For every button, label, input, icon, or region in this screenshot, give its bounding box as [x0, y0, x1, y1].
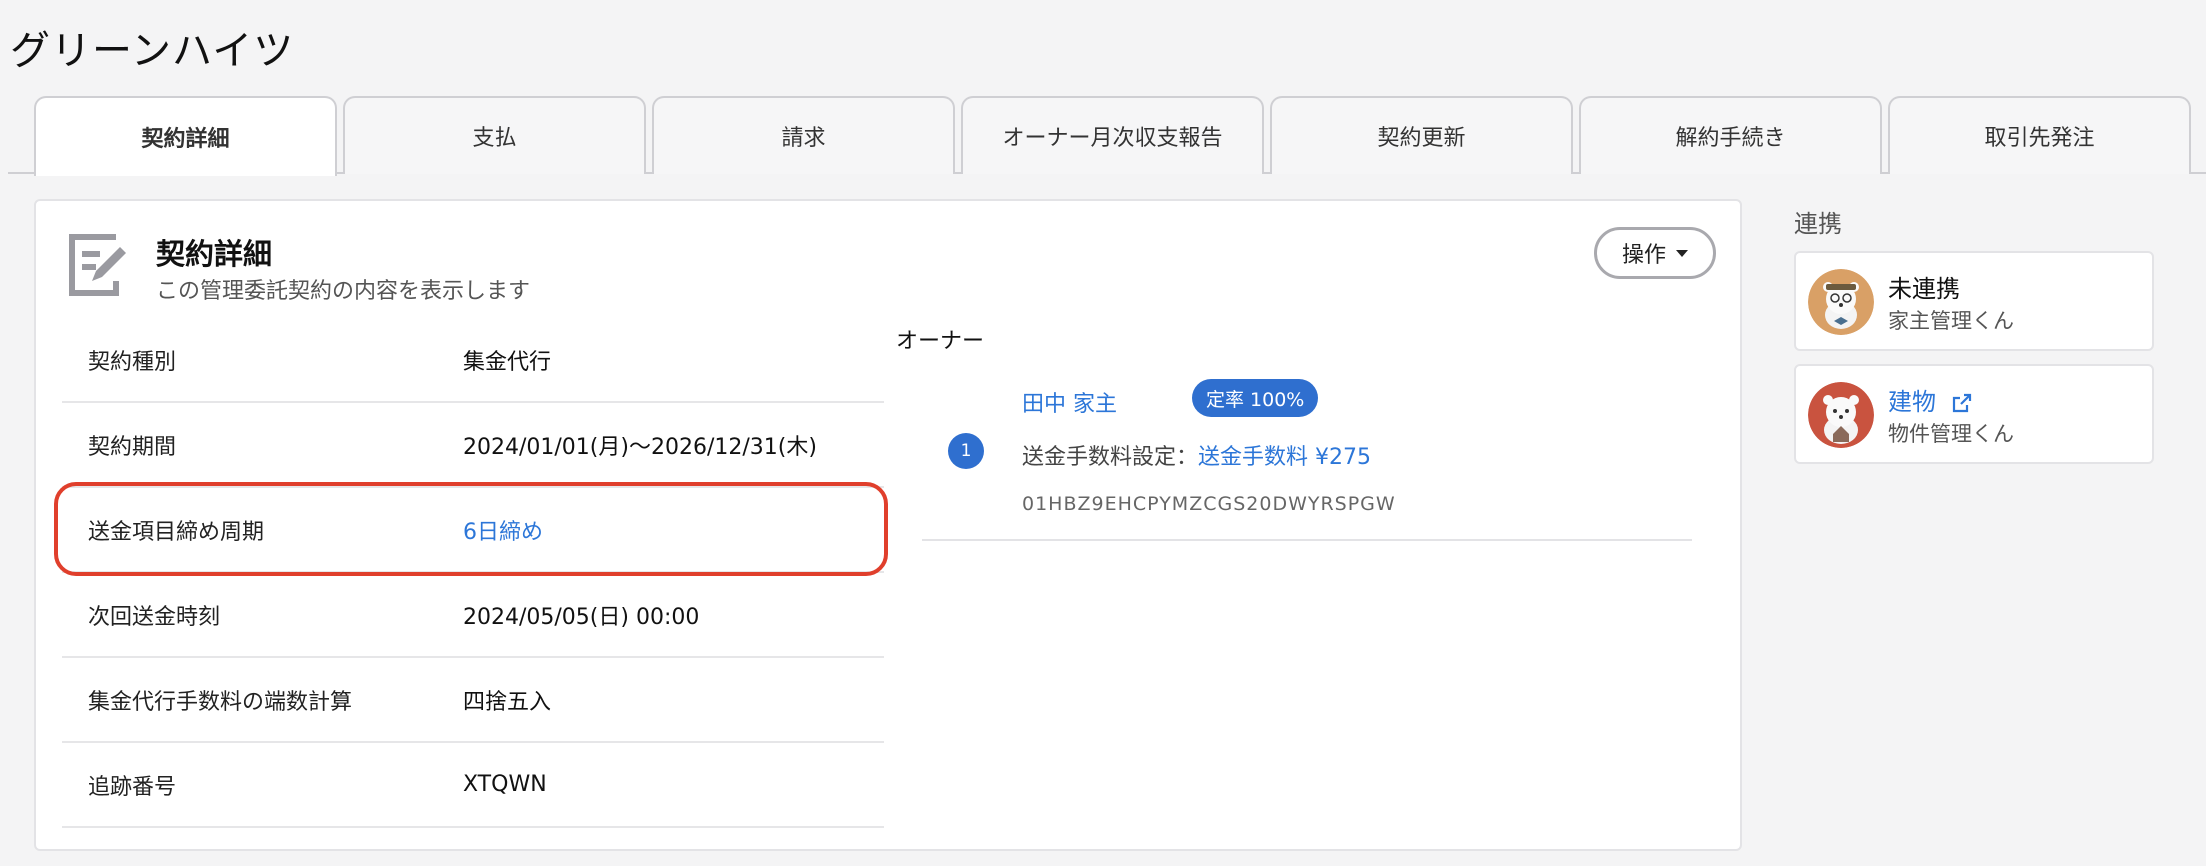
building-link-label: 建物: [1888, 388, 1936, 416]
tab-owner-monthly-report[interactable]: オーナー月次収支報告: [961, 96, 1264, 174]
fee-link[interactable]: 送金手数料 ¥275: [1198, 445, 1371, 470]
tab-billing[interactable]: 請求: [652, 96, 955, 174]
detail-row: 集金代行手数料の端数計算 四捨五入: [62, 658, 884, 743]
owner-id: 01HBZ9EHCPYMZCGS20DWYRSPGW: [1022, 493, 1396, 515]
card-description: この管理委託契約の内容を表示します: [156, 279, 531, 304]
detail-value: 集金代行: [463, 349, 552, 375]
operations-label: 操作: [1621, 243, 1666, 268]
fee-label: 送金手数料設定：: [1022, 445, 1199, 470]
detail-label: 契約期間: [88, 434, 177, 460]
tab-contract-details[interactable]: 契約詳細: [34, 96, 337, 176]
owner-index-badge: 1: [948, 433, 984, 469]
owner-entry: 1 田中 家主 定率 100% 送金手数料設定：送金手数料 ¥275 01HBZ…: [922, 371, 1692, 541]
closing-cycle-link[interactable]: 6日締め: [463, 514, 543, 546]
detail-row: 追跡番号 XTQWN: [62, 743, 884, 828]
integration-app-name: 物件管理くん: [1888, 422, 2014, 446]
tab-contract-renewal[interactable]: 契約更新: [1270, 96, 1573, 174]
caret-down-icon: [1676, 249, 1688, 257]
detail-label: 集金代行手数料の端数計算: [88, 689, 353, 715]
edit-document-icon: [69, 234, 126, 296]
details-list: 契約種別 集金代行 契約期間 2024/01/01(月)～2026/12/31(…: [62, 318, 884, 828]
integration-card-property: 建物 物件管理くん: [1794, 364, 2154, 464]
tab-payments[interactable]: 支払: [343, 96, 646, 174]
operations-dropdown-button[interactable]: 操作: [1594, 227, 1716, 279]
detail-value: 四捨五入: [463, 689, 552, 715]
bear-avatar-icon: [1808, 269, 1874, 335]
fee-setting: 送金手数料設定：送金手数料 ¥275: [1022, 439, 1371, 471]
integration-status: 未連携: [1888, 275, 1960, 303]
integration-card-landlord: 未連携 家主管理くん: [1794, 251, 2154, 351]
tab-cancellation[interactable]: 解約手続き: [1579, 96, 1882, 174]
building-link[interactable]: 建物: [1888, 382, 1972, 417]
external-link-icon: [1952, 393, 1971, 413]
card-title: 契約詳細: [156, 237, 273, 271]
detail-value: 2024/05/05(日) 00:00: [463, 604, 700, 630]
tab-bar: 契約詳細 支払 請求 オーナー月次収支報告 契約更新 解約手続き 取引先発注: [8, 96, 2206, 176]
detail-row: 契約期間 2024/01/01(月)～2026/12/31(木): [62, 403, 884, 488]
integrations-label: 連携: [1794, 210, 1842, 238]
contract-details-card: 契約詳細 この管理委託契約の内容を表示します 操作 契約種別 集金代行 契約期間…: [34, 199, 1742, 851]
owner-section-label: オーナー: [896, 329, 985, 354]
integration-app-name: 家主管理くん: [1888, 309, 2014, 333]
page-title: グリーンハイツ: [10, 28, 295, 74]
bear-house-avatar-icon: [1808, 382, 1874, 448]
detail-label: 追跡番号: [88, 774, 177, 800]
detail-value: XTQWN: [463, 772, 547, 797]
detail-row: 次回送金時刻 2024/05/05(日) 00:00: [62, 573, 884, 658]
detail-row: 送金項目締め周期 6日締め: [62, 488, 884, 573]
detail-label: 次回送金時刻: [88, 604, 221, 630]
detail-row: 契約種別 集金代行: [62, 318, 884, 403]
rate-badge: 定率 100%: [1192, 379, 1319, 417]
tab-vendor-orders[interactable]: 取引先発注: [1888, 96, 2191, 174]
detail-label: 送金項目締め周期: [88, 519, 265, 545]
owner-name-link[interactable]: 田中 家主: [1022, 386, 1117, 418]
detail-value: 2024/01/01(月)～2026/12/31(木): [463, 434, 817, 460]
detail-label: 契約種別: [88, 349, 177, 375]
